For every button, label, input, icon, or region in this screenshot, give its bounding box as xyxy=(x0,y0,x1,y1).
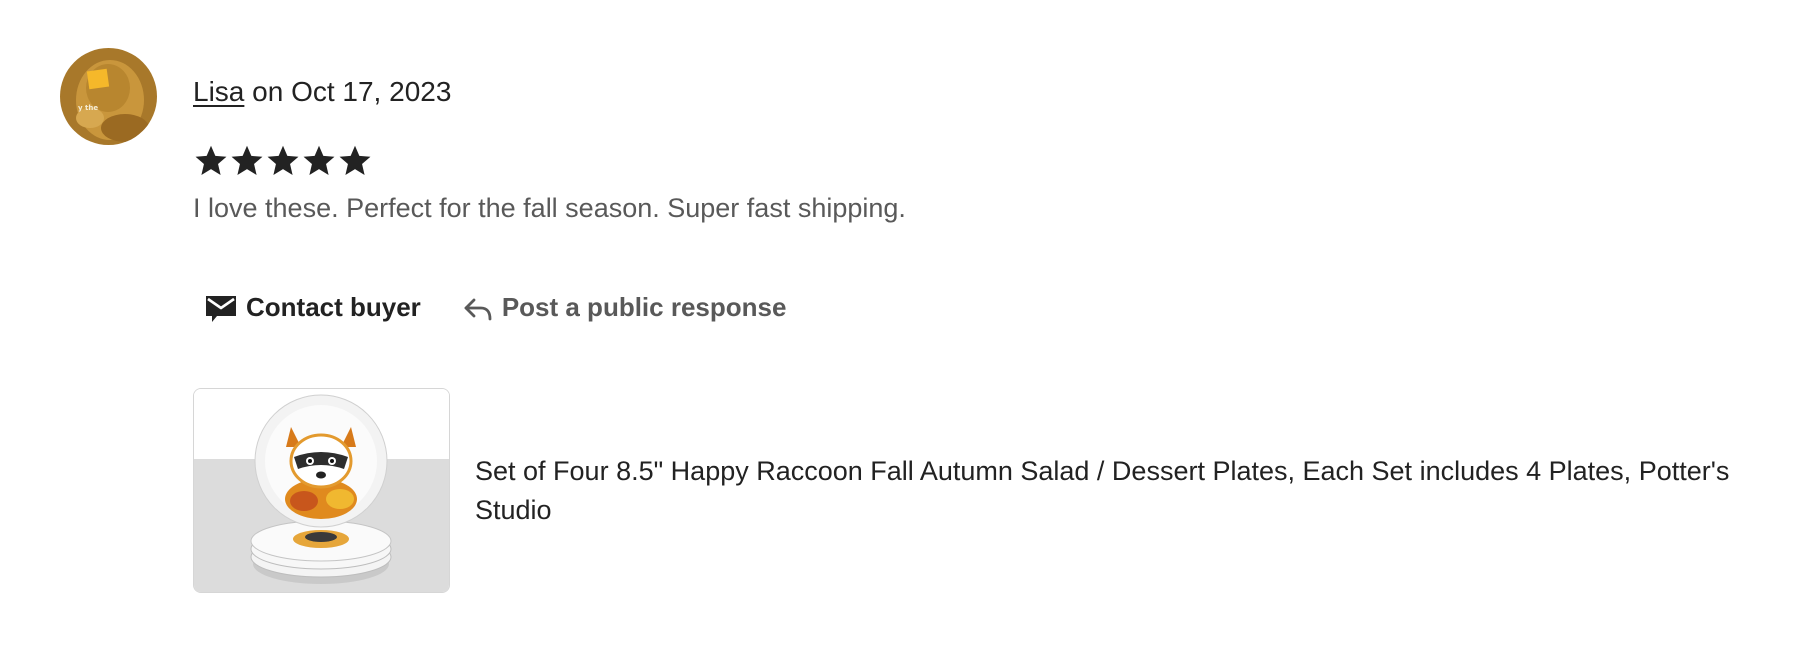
star-icon xyxy=(303,145,335,175)
reviewer-avatar[interactable]: y the xyxy=(60,48,157,145)
review-byline: Lisa on Oct 17, 2023 xyxy=(193,74,451,110)
purchased-listing[interactable]: Set of Four 8.5" Happy Raccoon Fall Autu… xyxy=(193,388,1753,593)
avatar-image: y the xyxy=(60,48,157,145)
reviewer-name-link[interactable]: Lisa xyxy=(193,76,244,107)
post-public-response-button[interactable]: Post a public response xyxy=(463,292,787,323)
review-actions: Contact buyer Post a public response xyxy=(193,292,786,323)
star-icon xyxy=(195,145,227,175)
star-icon xyxy=(267,145,299,175)
contact-buyer-label: Contact buyer xyxy=(246,292,421,322)
review-text: I love these. Perfect for the fall seaso… xyxy=(193,193,906,223)
svg-text:y the: y the xyxy=(78,104,98,112)
raccoon-plates-photo xyxy=(194,389,449,592)
star-icon xyxy=(231,145,263,175)
contact-buyer-button[interactable]: Contact buyer xyxy=(193,292,421,323)
listing-thumbnail[interactable] xyxy=(193,388,450,593)
envelope-icon xyxy=(205,293,237,323)
review-date: on Oct 17, 2023 xyxy=(244,76,452,107)
star-icon xyxy=(339,145,371,175)
listing-title-link[interactable]: Set of Four 8.5" Happy Raccoon Fall Autu… xyxy=(475,452,1753,530)
review-card: y the Lisa on Oct 17, 2023 I love these.… xyxy=(0,0,1800,662)
reply-arrow-icon xyxy=(463,294,493,322)
post-public-response-label: Post a public response xyxy=(501,292,787,322)
star-rating xyxy=(193,143,373,179)
